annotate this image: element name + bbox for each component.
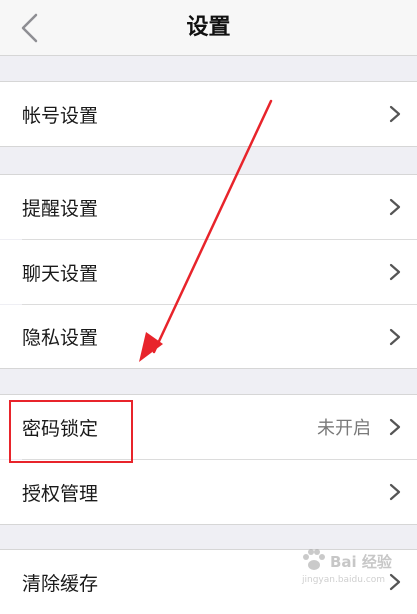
clear-cache-row[interactable]: 清除缓存 xyxy=(0,550,417,614)
chat-settings-row[interactable]: 聊天设置 xyxy=(0,240,417,304)
chevron-right-icon xyxy=(389,483,401,501)
password-lock-label: 密码锁定 xyxy=(22,417,99,440)
account-settings-row[interactable]: 帐号设置 xyxy=(0,82,417,146)
navigation-bar: 设置 xyxy=(0,0,417,56)
password-lock-status: 未开启 xyxy=(317,418,371,439)
divider xyxy=(0,368,417,369)
chevron-right-icon xyxy=(389,263,401,281)
authorization-management-label: 授权管理 xyxy=(22,482,99,505)
page-title: 设置 xyxy=(186,15,231,40)
privacy-settings-label: 隐私设置 xyxy=(22,327,99,349)
chevron-right-icon xyxy=(389,573,401,591)
chevron-right-icon xyxy=(389,198,401,216)
divider xyxy=(0,146,417,147)
privacy-settings-row[interactable]: 隐私设置 xyxy=(0,305,417,368)
chevron-right-icon xyxy=(389,105,401,123)
chat-settings-label: 聊天设置 xyxy=(22,262,99,285)
reminder-settings-row[interactable]: 提醒设置 xyxy=(0,175,417,239)
divider xyxy=(0,524,417,525)
chevron-right-icon xyxy=(389,418,401,436)
account-settings-label: 帐号设置 xyxy=(22,104,99,127)
chevron-right-icon xyxy=(389,328,401,345)
password-lock-row[interactable]: 密码锁定 未开启 xyxy=(0,395,417,459)
authorization-management-row[interactable]: 授权管理 xyxy=(0,460,417,524)
reminder-settings-label: 提醒设置 xyxy=(22,197,99,220)
clear-cache-label: 清除缓存 xyxy=(22,572,99,595)
